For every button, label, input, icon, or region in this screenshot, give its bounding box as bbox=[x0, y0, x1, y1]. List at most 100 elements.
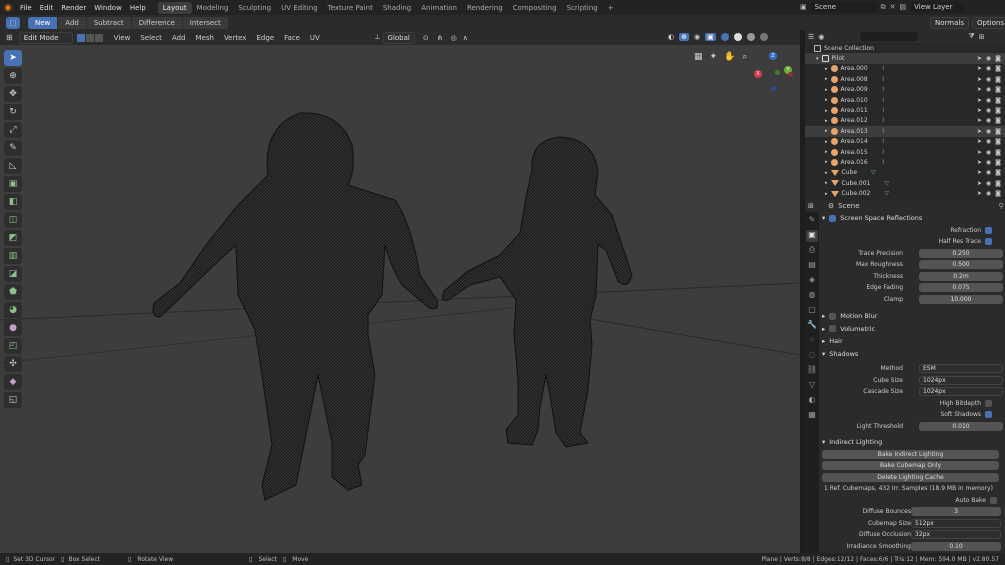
shear-tool-icon[interactable]: ◆ bbox=[4, 374, 22, 390]
camera-icon[interactable]: ◙ bbox=[995, 86, 1001, 93]
collapse-chevron-icon[interactable]: ▸ bbox=[825, 191, 828, 197]
select-toggle-icon[interactable]: ➤ bbox=[977, 65, 982, 72]
eye-icon[interactable]: ◉ bbox=[986, 107, 991, 114]
volumetric-panel[interactable]: ▸ Volumetric bbox=[819, 323, 1005, 336]
edge-slide-tool-icon[interactable]: ◰ bbox=[4, 338, 22, 354]
camera-view-icon[interactable]: ✦ bbox=[710, 52, 718, 62]
scale-tool-icon[interactable]: ⤢ bbox=[4, 122, 22, 138]
outliner-row[interactable]: ▸ Area.008 ⌇ ➤ ◉ ◙ bbox=[805, 74, 1005, 84]
camera-icon[interactable]: ◙ bbox=[995, 128, 1001, 135]
property-slider[interactable]: 0.250 bbox=[919, 248, 1003, 258]
light-data-icon[interactable]: ⌇ bbox=[882, 159, 885, 166]
view-layer-icon[interactable]: ▤ bbox=[900, 3, 907, 11]
select-toggle-icon[interactable]: ➤ bbox=[977, 138, 982, 145]
expand-chevron-icon[interactable]: ▾ bbox=[816, 56, 819, 62]
inset-tool-icon[interactable]: ◫ bbox=[4, 212, 22, 228]
outliner-row[interactable]: ▸ Area.010 ⌇ ➤ ◉ ◙ bbox=[805, 95, 1005, 105]
spin-tool-icon[interactable]: ◕ bbox=[4, 302, 22, 318]
collapse-chevron-icon[interactable]: ▸ bbox=[825, 97, 828, 103]
mode-subtract-button[interactable]: Subtract bbox=[86, 16, 131, 29]
annotate-tool-icon[interactable]: ✎ bbox=[4, 140, 22, 156]
menu-edit[interactable]: Edit bbox=[36, 4, 58, 12]
mode-intersect-button[interactable]: Intersect bbox=[182, 16, 228, 29]
camera-icon[interactable]: ◙ bbox=[995, 138, 1001, 145]
outliner-row[interactable]: ▸ Area.012 ⌇ ➤ ◉ ◙ bbox=[805, 116, 1005, 126]
scene-icon[interactable]: ▣ bbox=[800, 3, 807, 11]
add-cube-tool-icon[interactable]: ▣ bbox=[4, 176, 22, 192]
properties-editor-icon[interactable]: ⊞ bbox=[808, 202, 814, 210]
camera-icon[interactable]: ◙ bbox=[995, 180, 1001, 187]
collapse-chevron-icon[interactable]: ▸ bbox=[825, 76, 828, 82]
irradiance-smoothing-field[interactable]: 0.10 bbox=[911, 541, 1001, 551]
mode-new-button[interactable]: New bbox=[28, 16, 58, 29]
mode-difference-button[interactable]: Difference bbox=[131, 16, 182, 29]
camera-icon[interactable]: ◙ bbox=[995, 190, 1001, 197]
tab-modeling[interactable]: Modeling bbox=[192, 2, 234, 14]
outliner-row[interactable]: ▸ Area.013 ⌇ ➤ ◉ ◙ bbox=[805, 126, 1005, 137]
shrink-tool-icon[interactable]: ✣ bbox=[4, 356, 22, 372]
select-toggle-icon[interactable]: ➤ bbox=[977, 55, 982, 62]
gizmo-z-axis[interactable]: Z bbox=[769, 52, 777, 60]
outliner-row[interactable]: ▸ Cube.002 ▽ ➤ ◉ ◙ bbox=[805, 188, 1005, 198]
modifier-tab-icon[interactable]: 🔧 bbox=[806, 320, 818, 332]
select-tool-icon[interactable]: ➤ bbox=[4, 50, 22, 66]
face-select-icon[interactable] bbox=[94, 33, 103, 42]
camera-icon[interactable]: ◙ bbox=[995, 117, 1001, 124]
menu-face[interactable]: Face bbox=[279, 34, 305, 42]
menu-window[interactable]: Window bbox=[90, 4, 126, 12]
eye-icon[interactable]: ◉ bbox=[986, 138, 991, 145]
camera-icon[interactable]: ◙ bbox=[995, 97, 1001, 104]
eye-icon[interactable]: ◉ bbox=[986, 86, 991, 93]
indirect-lighting-panel[interactable]: ▾ Indirect Lighting bbox=[819, 436, 1005, 449]
motion-blur-checkbox[interactable] bbox=[829, 312, 837, 320]
outliner-row[interactable]: ▸ Area.011 ⌇ ➤ ◉ ◙ bbox=[805, 105, 1005, 115]
outliner-row[interactable]: ▸ Area.014 ⌇ ➤ ◉ ◙ bbox=[805, 137, 1005, 147]
eye-icon[interactable]: ◉ bbox=[986, 159, 991, 166]
measure-tool-icon[interactable]: ◺ bbox=[4, 158, 22, 174]
gizmo-neg-z[interactable] bbox=[771, 86, 776, 91]
smooth-tool-icon[interactable]: ● bbox=[4, 320, 22, 336]
outliner-row[interactable]: ▸ Area.000 ⌇ ➤ ◉ ◙ bbox=[805, 64, 1005, 74]
collapse-chevron-icon[interactable]: ▸ bbox=[825, 118, 828, 124]
rip-tool-icon[interactable]: ◱ bbox=[4, 392, 22, 408]
pivot-icon[interactable]: ⊙ bbox=[423, 34, 429, 42]
shading-solid-icon[interactable] bbox=[733, 33, 742, 41]
eye-icon[interactable]: ◉ bbox=[986, 128, 991, 135]
render-tab-icon[interactable]: ▣ bbox=[806, 230, 818, 242]
cascade-size-dropdown[interactable]: 1024px bbox=[919, 387, 1003, 397]
tab-rendering[interactable]: Rendering bbox=[462, 2, 508, 14]
method-dropdown[interactable]: ESM bbox=[919, 364, 1003, 374]
light-data-icon[interactable]: ⌇ bbox=[882, 65, 885, 72]
outliner-editor-icon[interactable]: ☰ bbox=[808, 33, 814, 41]
select-toggle-icon[interactable]: ➤ bbox=[977, 149, 982, 156]
menu-add[interactable]: Add bbox=[167, 34, 191, 42]
view-layer-tab-icon[interactable]: ▤ bbox=[806, 260, 818, 272]
select-toggle-icon[interactable]: ➤ bbox=[977, 86, 982, 93]
delete-cache-button[interactable]: Delete Lighting Cache bbox=[822, 472, 999, 482]
hair-panel[interactable]: ▸ Hair bbox=[819, 335, 1005, 348]
snap-icon[interactable]: ⋔ bbox=[437, 34, 443, 42]
shading-rendered-icon[interactable] bbox=[759, 33, 768, 41]
outliner-row[interactable]: ▸ Area.009 ⌇ ➤ ◉ ◙ bbox=[805, 85, 1005, 95]
tool-tab-icon[interactable]: ✎ bbox=[806, 215, 818, 227]
menu-file[interactable]: File bbox=[16, 4, 36, 12]
add-workspace-button[interactable]: + bbox=[603, 2, 619, 14]
collapse-chevron-icon[interactable]: ▸ bbox=[825, 159, 828, 165]
eye-icon[interactable]: ◉ bbox=[986, 180, 991, 187]
menu-view[interactable]: View bbox=[109, 34, 136, 42]
transform-orientation-icon[interactable]: ⟂ bbox=[375, 33, 380, 42]
bake-indirect-button[interactable]: Bake Indirect Lighting bbox=[822, 449, 999, 459]
camera-icon[interactable]: ◙ bbox=[995, 169, 1001, 176]
ssr-checkbox[interactable] bbox=[829, 214, 837, 222]
3d-viewport[interactable]: Z Y X ▦ ✦ ✋ ⌕ bbox=[0, 45, 800, 553]
mode-dropdown[interactable]: Edit Mode bbox=[18, 31, 73, 44]
menu-edge[interactable]: Edge bbox=[251, 34, 279, 42]
outliner-display-icon[interactable]: ◉ bbox=[818, 33, 824, 41]
collapse-chevron-icon[interactable]: ▸ bbox=[825, 139, 828, 145]
cube-size-dropdown[interactable]: 1024px bbox=[919, 375, 1003, 385]
menu-uv[interactable]: UV bbox=[305, 34, 325, 42]
select-toggle-icon[interactable]: ➤ bbox=[977, 117, 982, 124]
copy-scene-icon[interactable]: ⧉ bbox=[881, 3, 886, 12]
auto-bake-checkbox[interactable] bbox=[990, 496, 997, 504]
menu-vertex[interactable]: Vertex bbox=[219, 34, 252, 42]
